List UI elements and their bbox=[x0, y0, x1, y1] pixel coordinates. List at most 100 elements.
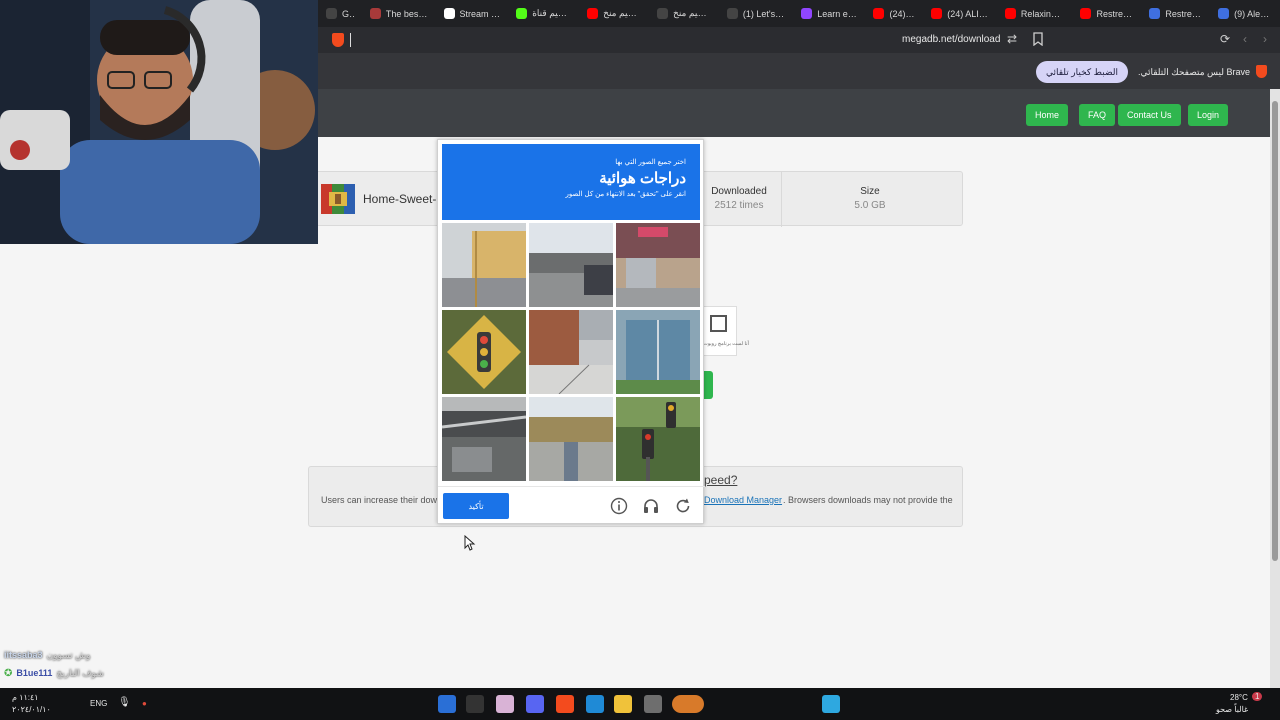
tab-favicon-icon bbox=[1218, 8, 1230, 19]
scrollbar-thumb[interactable] bbox=[1272, 101, 1278, 561]
chat-username: B1ue111 bbox=[16, 668, 53, 678]
captcha-tile[interactable] bbox=[616, 397, 700, 481]
browser-tab[interactable]: Relaxing W bbox=[997, 0, 1073, 27]
audio-challenge-icon[interactable] bbox=[642, 497, 660, 515]
info-icon[interactable] bbox=[610, 497, 628, 515]
browser-tab[interactable]: تصميم قناة bbox=[508, 0, 579, 27]
tab-label: Restream bbox=[1096, 8, 1134, 19]
recaptcha-widget: أنا لست برنامج روبوت bbox=[700, 306, 749, 356]
page-scrollbar[interactable] bbox=[1270, 89, 1280, 688]
bookmark-icon[interactable] bbox=[1031, 32, 1045, 47]
browser-tab[interactable]: (9) Alert B bbox=[1210, 0, 1280, 27]
captcha-tile[interactable] bbox=[616, 223, 700, 307]
telegram-icon[interactable] bbox=[438, 695, 456, 713]
download-manager-link[interactable]: Download Manager bbox=[704, 495, 782, 505]
browser-tab[interactable]: (1) Let's ha bbox=[719, 0, 793, 27]
tab-label: (24) Gi bbox=[889, 8, 916, 19]
url-text[interactable]: megadb.net/download bbox=[902, 34, 1000, 45]
webcam-overlay bbox=[0, 0, 318, 244]
tab-favicon-icon bbox=[931, 8, 943, 19]
app-icon[interactable] bbox=[496, 695, 514, 713]
download-button-edge[interactable] bbox=[704, 371, 713, 399]
forward-icon[interactable]: › bbox=[1258, 32, 1272, 46]
chat-username: iitssaba3 bbox=[4, 650, 43, 660]
weather-desc[interactable]: غالباً صحو bbox=[1216, 705, 1248, 714]
speed-text-right: . Browsers downloads may not provide the bbox=[783, 495, 953, 505]
brave-shield-icon[interactable] bbox=[332, 33, 344, 47]
browser-tab[interactable]: (24) Gi bbox=[865, 0, 923, 27]
tab-label: (24) ALIEN bbox=[947, 8, 989, 19]
captcha-tile[interactable] bbox=[529, 310, 613, 394]
record-icon[interactable]: ● bbox=[142, 699, 147, 708]
set-default-button[interactable]: الضبط كخيار تلقائي bbox=[1036, 61, 1128, 83]
captcha-tile[interactable] bbox=[442, 397, 526, 481]
chat-message: iitssaba3 وش تسوون bbox=[4, 646, 104, 664]
file-name: Home-Sweet- bbox=[363, 192, 437, 206]
size-label: Size bbox=[860, 186, 880, 197]
nav-faq-button[interactable]: FAQ bbox=[1079, 104, 1116, 126]
tab-label: Restream bbox=[1165, 8, 1203, 19]
recaptcha-checkbox[interactable] bbox=[710, 315, 727, 332]
file-explorer-icon[interactable] bbox=[614, 695, 632, 713]
nav-contact-button[interactable]: Contact Us bbox=[1118, 104, 1181, 126]
tab-favicon-icon bbox=[516, 8, 528, 19]
browser-tab[interactable]: تصميم منخ bbox=[579, 0, 649, 27]
tab-label: Learn engl bbox=[817, 8, 858, 19]
chat-message: ✪ B1ue111 شوف التاريخ bbox=[4, 664, 104, 682]
tab-favicon-icon bbox=[326, 8, 337, 19]
obs-icon[interactable] bbox=[466, 695, 484, 713]
tab-favicon-icon bbox=[1080, 8, 1092, 19]
tab-favicon-icon bbox=[801, 8, 813, 19]
captcha-tile[interactable] bbox=[442, 310, 526, 394]
tab-favicon-icon bbox=[657, 8, 669, 19]
edge-icon[interactable] bbox=[586, 695, 604, 713]
captcha-hint: انقر على "تحقق" بعد الانتهاء من كل الصور bbox=[565, 191, 686, 198]
browser-tab[interactable]: Restream bbox=[1072, 0, 1141, 27]
captcha-instruction: اختر جميع الصور التي بها bbox=[615, 159, 686, 166]
winrar-archive-icon bbox=[321, 184, 355, 214]
browser-tab[interactable]: Stream - K bbox=[436, 0, 509, 27]
captcha-tile[interactable] bbox=[529, 223, 613, 307]
reload-challenge-icon[interactable] bbox=[674, 497, 692, 515]
captcha-target: دراجات هوائية bbox=[599, 170, 686, 187]
recaptcha-label: أنا لست برنامج روبوت bbox=[703, 341, 749, 347]
browser-tab[interactable]: The best C bbox=[362, 0, 436, 27]
tab-favicon-icon bbox=[1149, 8, 1161, 19]
tab-label: Stream - K bbox=[459, 8, 501, 19]
reload-icon[interactable]: ⟳ bbox=[1218, 32, 1232, 46]
speed-text-left: Users can increase their dow bbox=[321, 495, 438, 505]
speed-title: peed? bbox=[704, 473, 738, 487]
windows-start-icon[interactable] bbox=[822, 695, 840, 713]
clock-date: ٢٠٢٤/٠١/١٠ bbox=[12, 705, 51, 714]
clock-time: ١١:٤١ م bbox=[12, 693, 39, 702]
captcha-tile[interactable] bbox=[616, 310, 700, 394]
back-icon[interactable]: ‹ bbox=[1238, 32, 1252, 46]
tab-favicon-icon bbox=[443, 8, 455, 19]
microphone-icon[interactable]: 🎙 bbox=[118, 697, 131, 708]
browser-tab[interactable]: Restream bbox=[1141, 0, 1210, 27]
browser-tab[interactable]: تصميم منخ bbox=[649, 0, 719, 27]
browser-tab[interactable]: (24) ALIEN bbox=[923, 0, 997, 27]
browser-tab[interactable]: GE bbox=[318, 0, 362, 27]
nav-login-button[interactable]: Login bbox=[1188, 104, 1229, 126]
site-settings-icon[interactable]: ⇄ bbox=[1005, 32, 1019, 46]
notice-text: Brave ليس متصفحك التلقائي. bbox=[1138, 67, 1250, 77]
captcha-footer: تأكيد bbox=[438, 486, 705, 524]
captcha-verify-button[interactable]: تأكيد bbox=[443, 493, 509, 519]
webcam-feed bbox=[0, 0, 318, 244]
captcha-image-grid bbox=[442, 223, 700, 481]
language-indicator[interactable]: ENG bbox=[90, 699, 107, 708]
notification-badge[interactable]: 1 bbox=[1252, 692, 1263, 701]
nav-home-button[interactable]: Home bbox=[1026, 104, 1069, 126]
captcha-tile[interactable] bbox=[529, 397, 613, 481]
brave-icon[interactable] bbox=[556, 695, 574, 713]
captcha-tile[interactable] bbox=[442, 223, 526, 307]
discord-icon[interactable] bbox=[526, 695, 544, 713]
weather-temp[interactable]: 28°C bbox=[1230, 693, 1248, 702]
tab-label: (9) Alert B bbox=[1234, 8, 1272, 19]
app-icon[interactable] bbox=[644, 695, 662, 713]
tab-favicon-icon bbox=[587, 8, 599, 19]
weather-widget-icon[interactable] bbox=[672, 695, 704, 713]
tab-label: تصميم منخ bbox=[673, 8, 711, 18]
browser-tab[interactable]: Learn engl bbox=[793, 0, 865, 27]
